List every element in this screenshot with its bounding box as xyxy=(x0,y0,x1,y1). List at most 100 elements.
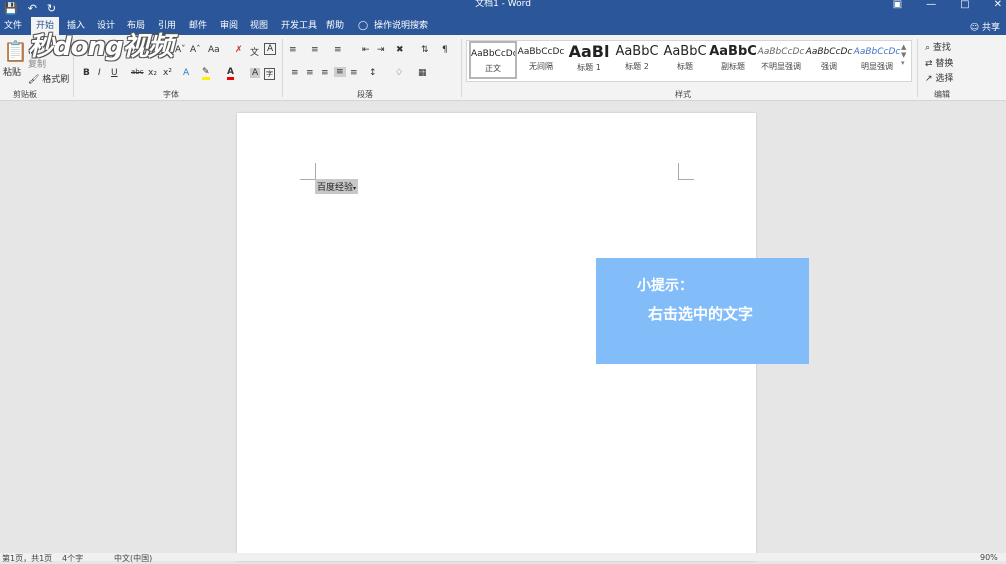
highlight-icon[interactable]: ✎ xyxy=(202,67,210,80)
gallery-scroll-icon[interactable]: ▲ ▼ ▾ xyxy=(901,43,906,67)
group-divider xyxy=(917,39,918,97)
show-marks-icon[interactable]: ¶ xyxy=(442,45,448,55)
style-subtle-emphasis[interactable]: AaBbCcDc 不明显强调 xyxy=(757,41,805,79)
lightbulb-icon: ◯ xyxy=(358,21,369,31)
style-emphasis[interactable]: AaBbCcDc 强调 xyxy=(805,41,853,79)
selected-text[interactable]: 百度经验▾ xyxy=(315,179,359,194)
strikethrough-button[interactable]: abc xyxy=(131,68,144,76)
style-title[interactable]: AaBbC 标题 xyxy=(661,41,709,79)
paragraph-group-label: 段落 xyxy=(357,90,373,99)
selected-text-value: 百度经验 xyxy=(317,183,354,193)
align-right-icon[interactable]: ≡ xyxy=(321,68,329,78)
style-name: 明显强调 xyxy=(861,62,893,71)
status-bar: 第1页，共1页 4个字 中文(中国) 90% xyxy=(0,553,1006,564)
tab-file[interactable]: 文件 xyxy=(4,20,22,32)
enclose-char-icon[interactable]: 字 xyxy=(264,68,275,80)
grow-font-icon[interactable]: Aˆ xyxy=(190,45,201,55)
style-name: 副标题 xyxy=(721,62,745,71)
ribbon-display-icon[interactable]: ▣ xyxy=(893,0,902,10)
style-name: 标题 2 xyxy=(625,62,649,71)
watermark-logo: 秒dong视频 xyxy=(28,32,174,62)
select-label: 选择 xyxy=(935,74,954,84)
editing-group-label: 编辑 xyxy=(934,90,950,99)
style-sample: AaBbC xyxy=(663,44,707,59)
style-sample: AaBl xyxy=(568,42,610,61)
decrease-indent-icon[interactable]: ⇤ xyxy=(362,45,370,55)
word-count[interactable]: 4个字 xyxy=(62,553,83,564)
styles-group-label: 样式 xyxy=(675,90,691,99)
tell-me-search[interactable]: 操作说明搜索 xyxy=(374,20,428,32)
increase-indent-icon[interactable]: ⇥ xyxy=(377,45,385,55)
distributed-icon[interactable]: ≡ xyxy=(350,68,358,78)
underline-button[interactable]: U xyxy=(111,68,118,78)
multilevel-list-icon[interactable]: ≡ xyxy=(334,45,342,55)
style-subtitle[interactable]: AaBbC 副标题 xyxy=(709,41,757,79)
style-name: 无间隔 xyxy=(529,62,553,71)
style-heading-1[interactable]: AaBl 标题 1 xyxy=(565,41,613,79)
style-sample: AaBbC xyxy=(709,44,757,59)
char-shading-icon[interactable]: A xyxy=(250,68,261,78)
line-spacing-icon[interactable]: ↕ xyxy=(369,68,377,78)
paste-button[interactable]: 粘贴 xyxy=(3,65,21,78)
share-button[interactable]: ☺ 共享 xyxy=(970,20,1000,33)
style-normal[interactable]: AaBbCcDc 正文 xyxy=(469,41,517,79)
phonetic-icon[interactable]: 文 xyxy=(250,45,259,58)
margin-corner-right xyxy=(678,163,694,180)
subscript-button[interactable]: x₂ xyxy=(148,68,157,78)
hint-box: 小提示： 右击选中的文字 xyxy=(596,258,809,364)
style-sample: AaBbCcDc xyxy=(757,47,805,57)
maximize-icon[interactable]: □ xyxy=(960,0,969,10)
bold-button[interactable]: B xyxy=(83,68,90,78)
italic-button[interactable]: I xyxy=(98,68,101,78)
hint-body: 右击选中的文字 xyxy=(648,305,754,323)
borders-icon[interactable]: ▦ xyxy=(418,68,427,78)
shading-icon[interactable]: ♢ xyxy=(395,68,403,78)
numbering-icon[interactable]: ≡ xyxy=(311,45,319,55)
document-title: 文档1 - Word xyxy=(475,0,531,9)
tab-mailings[interactable]: 邮件 xyxy=(189,20,207,32)
share-label: 共享 xyxy=(981,23,1000,33)
tab-developer[interactable]: 开发工具 xyxy=(281,20,317,32)
close-icon[interactable]: ✕ xyxy=(994,0,1002,10)
justify-icon[interactable]: ≡ xyxy=(334,67,346,77)
change-case-button[interactable]: Aa xyxy=(208,45,220,55)
style-heading-2[interactable]: AaBbC 标题 2 xyxy=(613,41,661,79)
style-intense-emphasis[interactable]: AaBbCcDc 明显强调 xyxy=(853,41,901,79)
find-label: 查找 xyxy=(932,43,951,53)
style-sample: AaBbCcDc xyxy=(471,49,517,59)
style-name: 正文 xyxy=(485,64,501,73)
style-name: 标题 xyxy=(677,62,693,71)
superscript-button[interactable]: x² xyxy=(163,68,172,78)
select-button[interactable]: ↗ 选择 xyxy=(925,71,953,84)
char-border-icon[interactable]: A xyxy=(264,43,277,55)
replace-label: 替换 xyxy=(935,59,954,69)
minimize-icon[interactable]: — xyxy=(926,0,936,10)
tab-help[interactable]: 帮助 xyxy=(326,20,344,32)
align-center-icon[interactable]: ≡ xyxy=(306,68,314,78)
style-sample: AaBbCcDc xyxy=(517,47,565,57)
hint-title: 小提示： xyxy=(637,278,693,294)
page-count[interactable]: 第1页，共1页 xyxy=(2,553,52,564)
margin-corner-left xyxy=(300,163,316,180)
shrink-font-icon[interactable]: Aˇ xyxy=(175,45,186,55)
format-painter-button[interactable]: 🖌 格式刷 xyxy=(28,72,69,85)
language[interactable]: 中文(中国) xyxy=(114,553,152,564)
sort-icon[interactable]: ⇅ xyxy=(421,45,429,55)
style-no-spacing[interactable]: AaBbCcDc 无间隔 xyxy=(517,41,565,79)
bullets-icon[interactable]: ≡ xyxy=(289,45,297,55)
text-effects-icon[interactable]: A xyxy=(183,68,189,78)
tab-view[interactable]: 视图 xyxy=(250,20,268,32)
replace-button[interactable]: ⇄ 替换 xyxy=(925,56,953,69)
tab-review[interactable]: 审阅 xyxy=(220,20,238,32)
style-name: 标题 1 xyxy=(577,63,601,72)
font-color-icon[interactable]: A xyxy=(227,67,234,80)
style-sample: AaBbCcDc xyxy=(805,47,853,57)
clipboard-group-label: 剪贴板 xyxy=(13,90,37,99)
clear-format-icon[interactable]: ✗ xyxy=(235,45,243,55)
align-left-icon[interactable]: ≡ xyxy=(291,68,299,78)
style-name: 强调 xyxy=(821,62,837,71)
group-divider xyxy=(461,39,462,97)
paste-icon[interactable]: 📋 xyxy=(3,39,28,63)
chinese-layout-icon[interactable]: ✖ xyxy=(396,45,404,55)
find-button[interactable]: ⌕ 查找 xyxy=(925,40,951,53)
